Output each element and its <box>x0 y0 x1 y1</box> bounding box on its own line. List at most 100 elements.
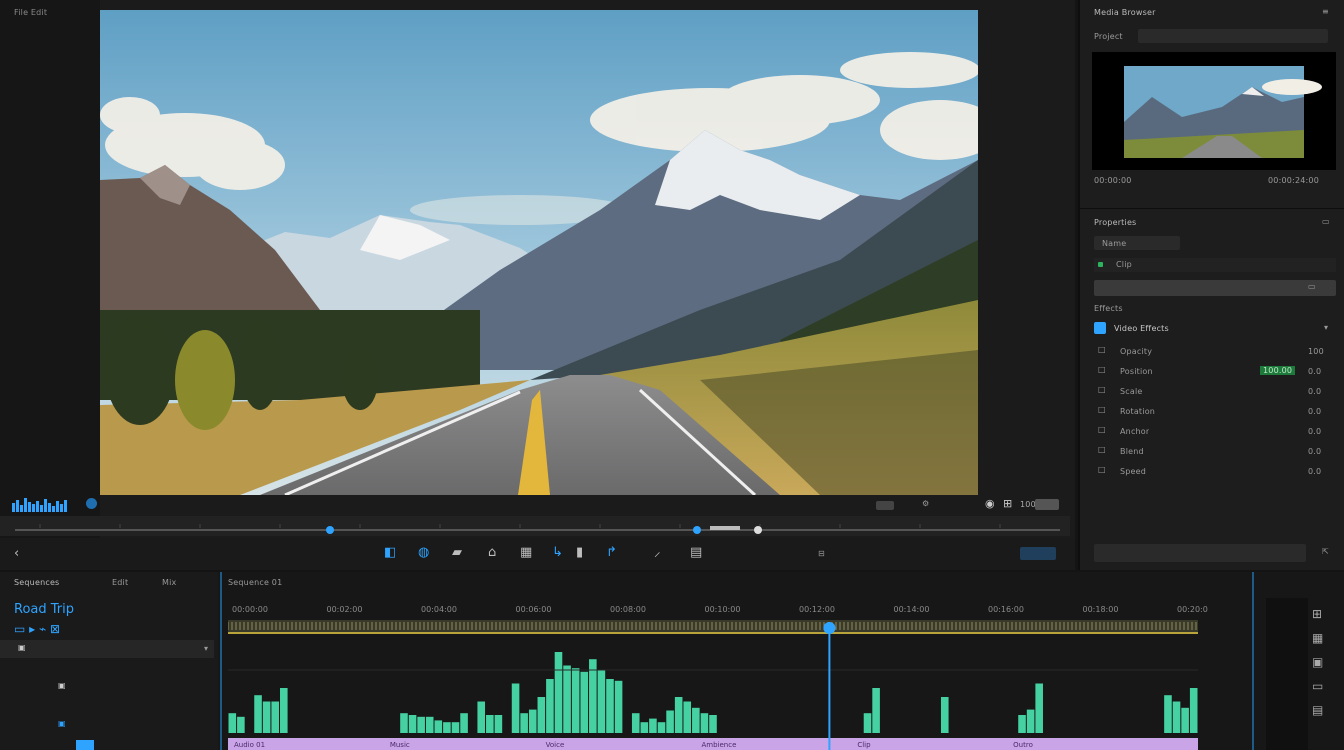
slip-tool-icon[interactable]: ↱ <box>606 546 617 559</box>
track-name[interactable]: Road Trip <box>14 602 74 617</box>
time-label: 00:08:00 <box>610 605 646 614</box>
playhead-handle <box>823 622 836 634</box>
record-indicator-icon[interactable] <box>86 498 97 509</box>
property-row[interactable]: □ Speed 0.0 <box>1094 464 1336 482</box>
share-icon[interactable]: ⇱ <box>1322 548 1329 556</box>
waveform-bar <box>477 701 486 733</box>
settings-icon[interactable]: ⚙ <box>922 500 929 508</box>
preview-time-start: 00:00:00 <box>1094 176 1132 185</box>
tab-mix[interactable]: Mix <box>162 578 176 587</box>
waveform-bar <box>580 671 589 733</box>
property-value[interactable]: 0.0 <box>1308 387 1321 396</box>
waveform-bar <box>254 695 262 733</box>
property-icon: □ <box>1098 466 1106 474</box>
search-options-icon[interactable]: ▭ <box>1308 283 1316 291</box>
property-value[interactable]: 0.0 <box>1308 367 1321 376</box>
panel-options-icon[interactable]: ▭ <box>1322 218 1330 226</box>
track-menu-icon[interactable]: ▾ <box>204 645 208 653</box>
property-label: Scale <box>1120 387 1143 396</box>
time-label: 00:16:00 <box>988 605 1024 614</box>
waveform-bar <box>520 713 528 733</box>
track-target-icon[interactable]: ▣ <box>58 720 66 728</box>
track-enable-toggle[interactable] <box>76 740 94 750</box>
left-rail: File Edit <box>0 0 100 570</box>
waveform-bar <box>451 722 460 733</box>
property-value[interactable]: 100 <box>1308 347 1324 356</box>
video-effects-icon[interactable] <box>1094 322 1106 334</box>
property-label: Opacity <box>1120 347 1153 356</box>
waveform-bar <box>537 697 546 733</box>
scrubber-bar[interactable] <box>0 516 1070 536</box>
waveform-bar <box>863 713 872 733</box>
waveform-bar <box>494 715 503 733</box>
keyframe-value[interactable]: 100.00 <box>1260 366 1296 375</box>
track-icon: ▣ <box>18 644 26 652</box>
waveform-bar <box>425 716 434 733</box>
property-label: Position <box>1120 367 1153 376</box>
hand-tool-icon[interactable]: ⸝ <box>654 546 661 559</box>
track-controls[interactable]: ▭ ▸ ⌁ ⊠ <box>14 622 60 636</box>
time-label: 00:06:00 <box>516 605 552 614</box>
waveform-bar <box>262 701 271 733</box>
property-row[interactable]: □ Opacity 100 <box>1094 344 1336 362</box>
timeline-right-edge <box>1252 572 1254 750</box>
property-value[interactable]: 0.0 <box>1308 467 1321 476</box>
menu-label[interactable]: File Edit <box>14 8 47 17</box>
waveform-bar <box>1189 688 1198 733</box>
property-row[interactable]: □ Rotation 0.0 <box>1094 404 1336 422</box>
tab-project[interactable]: Project <box>1094 32 1123 41</box>
compare-icon[interactable]: ⊟ <box>818 550 825 558</box>
property-row[interactable]: □ Position 100.00 0.0 <box>1094 364 1336 382</box>
property-value[interactable]: 0.0 <box>1308 407 1321 416</box>
text-tool-icon[interactable]: ▮ <box>576 546 583 559</box>
waveform-bar <box>692 707 700 733</box>
effects-search-input[interactable] <box>1094 280 1336 296</box>
waveform-bar <box>1018 715 1026 733</box>
waveform-bar <box>1035 683 1043 733</box>
back-icon[interactable]: ‹ <box>14 547 19 560</box>
property-row[interactable]: □ Anchor 0.0 <box>1094 424 1336 442</box>
fit-button[interactable] <box>876 501 894 510</box>
zoom-dropdown[interactable] <box>1035 499 1059 510</box>
razor-tool-icon[interactable]: ▰ <box>452 546 462 559</box>
pen-tool-icon[interactable]: ↳ <box>552 546 563 559</box>
camera-icon[interactable]: ◉ <box>985 498 995 509</box>
property-label: Blend <box>1120 447 1144 456</box>
ripple-tool-icon[interactable]: ◍ <box>418 546 429 559</box>
tab-edit[interactable]: Edit <box>112 578 128 587</box>
property-value[interactable]: 0.0 <box>1308 447 1321 456</box>
lock-icon[interactable]: ▣ <box>58 682 66 690</box>
timeline-edge <box>220 572 222 750</box>
waveform-bar <box>237 716 245 733</box>
waveform-bar <box>709 715 717 733</box>
waveform-bar <box>700 713 709 733</box>
track-headers: Sequences Edit Mix Road Trip ▭ ▸ ⌁ ⊠ ▣ ▾… <box>0 572 218 750</box>
name-field-label: Name <box>1102 239 1127 248</box>
property-row[interactable]: □ Blend 0.0 <box>1094 444 1336 462</box>
side-tools[interactable]: ⊞ ▦ ▣ ▭ ▤ <box>1312 602 1323 722</box>
grid-tool-icon[interactable]: ▦ <box>520 546 532 559</box>
property-row[interactable]: □ Scale 0.0 <box>1094 384 1336 402</box>
divider <box>1080 208 1344 209</box>
export-tool-icon[interactable]: ▤ <box>690 546 702 559</box>
export-frame-icon[interactable]: ⊞ <box>1003 498 1012 509</box>
waveform-bar <box>872 688 880 733</box>
property-icon: □ <box>1098 386 1106 394</box>
output-button[interactable] <box>1020 547 1056 560</box>
time-label: 00:02:00 <box>327 605 363 614</box>
property-icon: □ <box>1098 446 1106 454</box>
track-header-row[interactable] <box>0 640 214 658</box>
sequence-tab[interactable]: Sequence 01 <box>228 578 282 587</box>
clip-label: Music <box>390 741 410 749</box>
property-value[interactable]: 0.0 <box>1308 427 1321 436</box>
clip-label: Ambience <box>702 741 737 749</box>
waveform-bar <box>657 722 666 733</box>
browser-dropdown[interactable] <box>1138 29 1328 43</box>
apply-button[interactable] <box>1094 544 1306 562</box>
preview-thumbnail[interactable] <box>1092 52 1336 170</box>
select-tool-icon[interactable]: ◧ <box>384 546 396 559</box>
timeline-tracks[interactable]: 00:00:00 00:02:00 00:04:00 00:06:00 00:08:00… <box>228 600 1208 750</box>
home-tool-icon[interactable]: ⌂ <box>488 546 496 559</box>
menu-icon[interactable]: ≡ <box>1322 8 1329 16</box>
collapse-icon[interactable]: ▾ <box>1324 324 1328 332</box>
